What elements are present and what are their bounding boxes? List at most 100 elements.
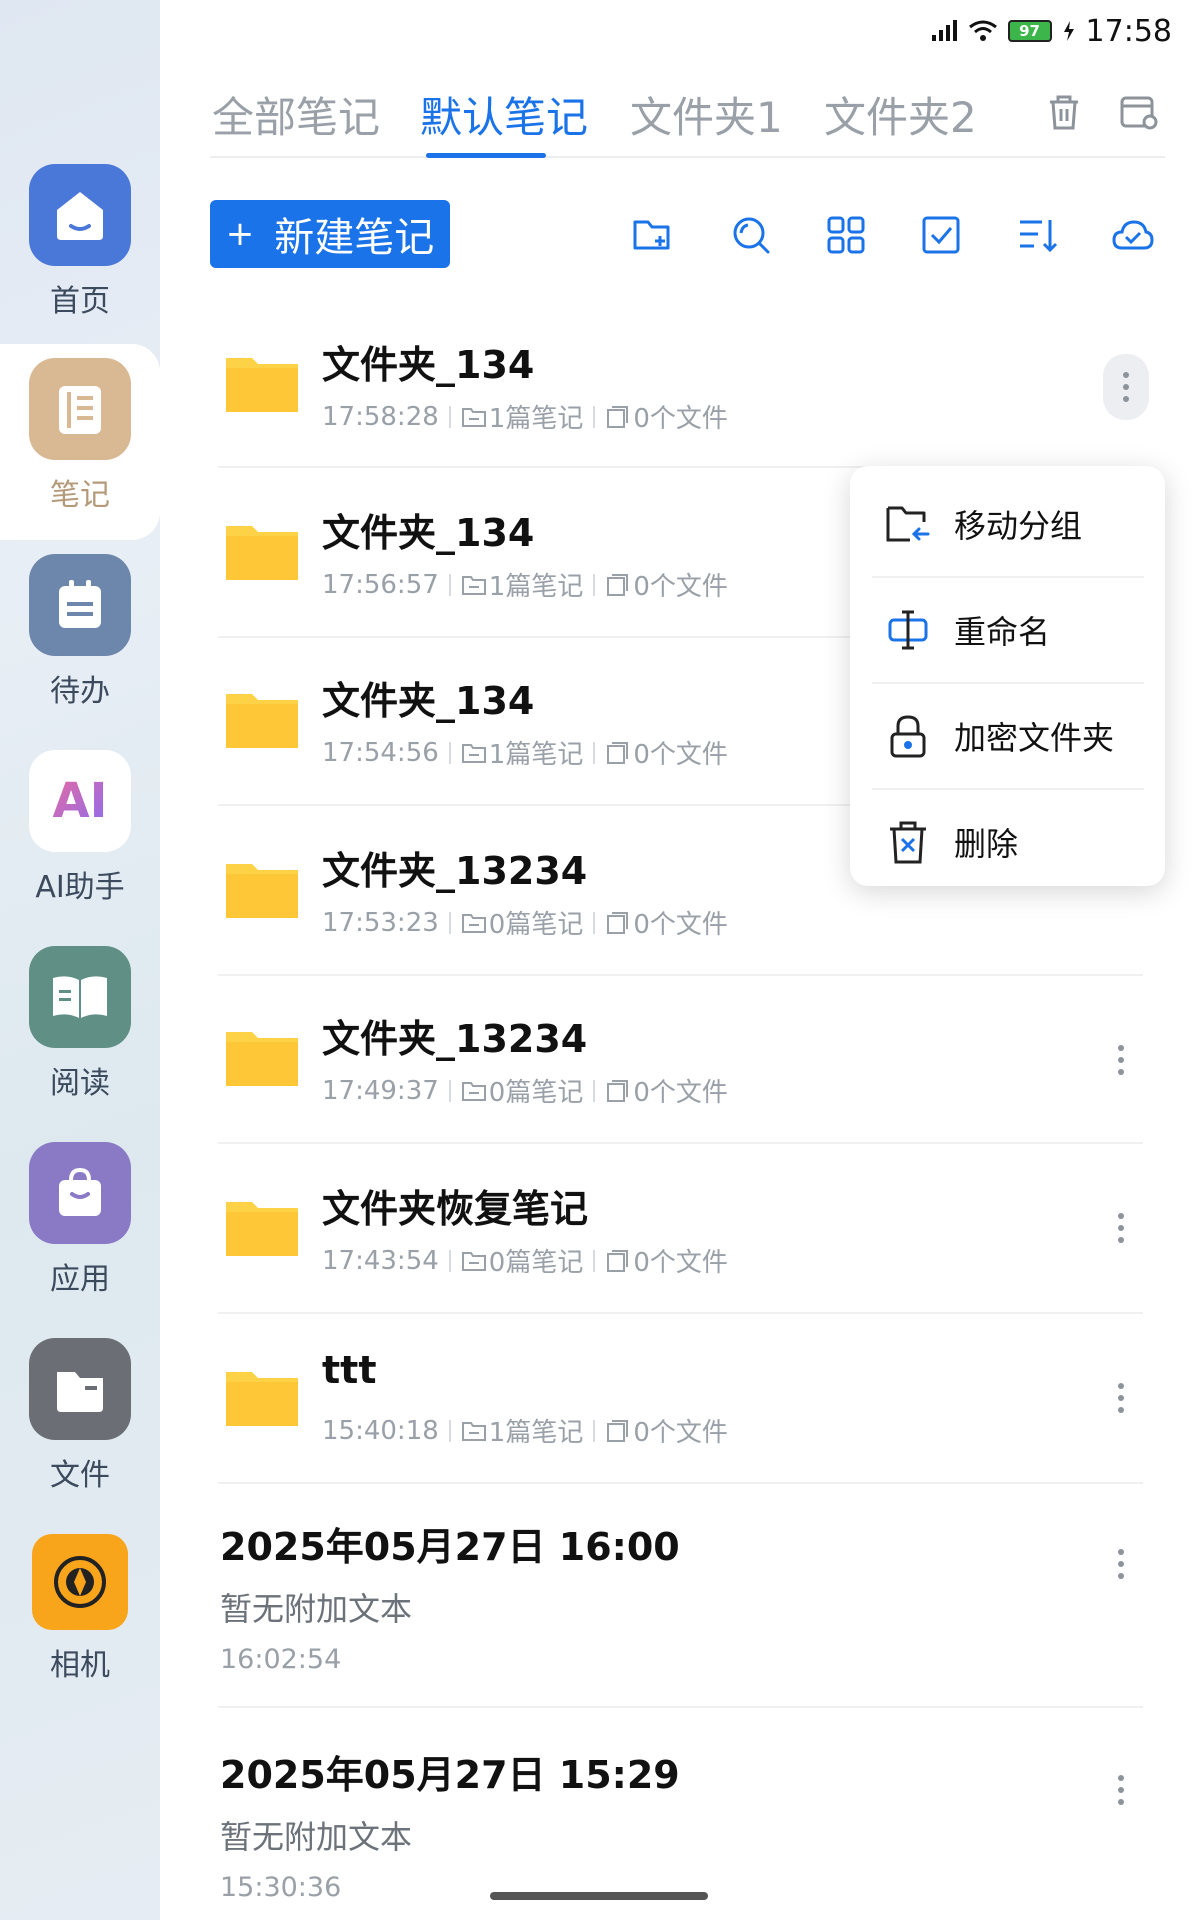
folder-icon: [29, 1338, 131, 1440]
folder-small-icon: [461, 743, 486, 763]
sidebar-item-label: 应用: [50, 1262, 110, 1297]
sidebar-item-home[interactable]: 首页: [0, 150, 160, 346]
tab-all-notes[interactable]: 全部笔记: [212, 84, 380, 145]
more-options-icon[interactable]: [1099, 1534, 1143, 1594]
tab-folder-1[interactable]: 文件夹1: [630, 84, 783, 145]
sidebar-item-label: 首页: [50, 284, 110, 319]
folder-title: 文件夹_134: [322, 679, 535, 723]
tab-bar: 全部笔记 默认笔记 文件夹1 文件夹2: [210, 78, 1165, 158]
more-options-icon[interactable]: [1099, 1760, 1143, 1820]
charging-icon: [1063, 21, 1074, 41]
folder-time: 17:43:54: [322, 1245, 439, 1276]
folder-small-icon: [461, 1421, 486, 1441]
move-group-icon: [886, 506, 930, 542]
divider: [593, 911, 596, 934]
home-icon: [29, 164, 131, 266]
file-small-icon: [607, 911, 629, 934]
more-options-icon[interactable]: [1103, 354, 1149, 420]
folder-title: 文件夹_134: [322, 511, 535, 555]
sidebar-item-label: 相机: [50, 1648, 110, 1683]
new-note-label: 新建笔记: [274, 215, 435, 261]
note-item[interactable]: 2025年05月27日 15:29 暂无附加文本 15:30:36: [218, 1708, 1143, 1920]
folder-icon: [226, 694, 298, 748]
note-subtitle: 暂无附加文本: [220, 1590, 413, 1628]
wifi-icon: [968, 20, 997, 41]
sort-icon[interactable]: [1014, 212, 1060, 258]
folder-note-count: 0篇笔记: [488, 1078, 584, 1108]
folder-icon: [226, 864, 298, 918]
menu-item-encrypt[interactable]: 加密文件夹: [872, 684, 1144, 788]
menu-item-delete[interactable]: 删除: [872, 790, 1144, 894]
bag-icon: [29, 1142, 131, 1244]
folder-manage-icon[interactable]: [1116, 90, 1160, 134]
sidebar: 首页 笔记 待办 AI AI助手 阅读 应用 文件 相机: [0, 0, 160, 1920]
sidebar-item-ai-assistant[interactable]: AI AI助手: [0, 736, 160, 932]
new-note-button[interactable]: + 新建笔记: [210, 200, 450, 268]
folder-small-icon: [461, 1081, 486, 1101]
folder-meta: 17:49:37 0篇笔记 0个文件: [322, 1072, 728, 1109]
home-indicator[interactable]: [490, 1892, 708, 1900]
search-icon[interactable]: [728, 212, 774, 258]
folder-icon: [226, 526, 298, 580]
sidebar-item-read[interactable]: 阅读: [0, 932, 160, 1128]
divider: [593, 1079, 596, 1102]
more-options-icon[interactable]: [1099, 1198, 1143, 1258]
tab-default-notes[interactable]: 默认笔记: [420, 84, 588, 145]
sidebar-item-camera[interactable]: 相机: [0, 1520, 160, 1716]
folder-time: 17:49:37: [322, 1075, 439, 1106]
file-small-icon: [607, 741, 629, 764]
folder-file-count: 0个文件: [633, 404, 728, 434]
book-icon: [29, 946, 131, 1048]
cloud-sync-icon[interactable]: [1110, 212, 1156, 258]
more-options-icon[interactable]: [1099, 1030, 1143, 1090]
trash-icon[interactable]: [1042, 90, 1086, 134]
todo-icon: [29, 554, 131, 656]
tab-folder-2[interactable]: 文件夹2: [824, 84, 977, 145]
file-small-icon: [607, 1249, 629, 1272]
list-item[interactable]: 文件夹恢复笔记 17:43:54 0篇笔记 0个文件: [218, 1144, 1143, 1314]
sidebar-item-notes[interactable]: 笔记: [0, 344, 160, 540]
sidebar-item-apps[interactable]: 应用: [0, 1128, 160, 1324]
folder-note-count: 0篇笔记: [488, 910, 584, 940]
status-time: 17:58: [1085, 13, 1172, 49]
menu-item-rename[interactable]: 重命名: [872, 578, 1144, 682]
new-folder-icon[interactable]: [630, 212, 676, 258]
menu-item-label: 删除: [954, 825, 1019, 863]
folder-note-count: 1篇笔记: [488, 572, 584, 602]
select-icon[interactable]: [918, 212, 964, 258]
list-item[interactable]: 文件夹_13234 17:49:37 0篇笔记 0个文件: [218, 976, 1143, 1144]
folder-title: ttt: [322, 1348, 377, 1392]
active-tab-indicator: [426, 153, 546, 158]
plus-icon: +: [225, 214, 255, 254]
folder-file-count: 0个文件: [633, 572, 728, 602]
divider: [593, 405, 596, 428]
grid-view-icon[interactable]: [823, 212, 869, 258]
list-item[interactable]: ttt 15:40:18 1篇笔记 0个文件: [218, 1314, 1143, 1484]
ai-assistant-icon: AI: [29, 750, 131, 852]
signal-icon: [931, 20, 957, 41]
divider: [448, 1249, 451, 1272]
list-item[interactable]: 文件夹_134 17:58:28 1篇笔记 0个文件: [218, 310, 1149, 468]
context-menu: 移动分组 重命名 加密文件夹 删除: [850, 466, 1165, 886]
menu-item-move-group[interactable]: 移动分组: [872, 472, 1144, 576]
sidebar-item-label: AI助手: [35, 870, 125, 905]
delete-icon: [890, 821, 926, 864]
folder-file-count: 0个文件: [633, 740, 728, 770]
sidebar-item-todo[interactable]: 待办: [0, 540, 160, 736]
menu-item-label: 重命名: [954, 613, 1051, 651]
menu-item-label: 移动分组: [954, 507, 1083, 545]
sidebar-item-files[interactable]: 文件: [0, 1324, 160, 1520]
file-small-icon: [607, 1079, 629, 1102]
folder-icon: [226, 358, 298, 412]
divider: [448, 573, 451, 596]
folder-title: 文件夹_134: [322, 343, 535, 387]
camera-icon: [32, 1534, 128, 1630]
note-title: 2025年05月27日 15:29: [220, 1753, 680, 1797]
folder-icon: [226, 1032, 298, 1086]
folder-note-count: 1篇笔记: [488, 404, 584, 434]
folder-meta: 15:40:18 1篇笔记 0个文件: [322, 1412, 728, 1449]
folder-time: 17:56:57: [322, 569, 439, 600]
more-options-icon[interactable]: [1099, 1368, 1143, 1428]
note-item[interactable]: 2025年05月27日 16:00 暂无附加文本 16:02:54: [218, 1484, 1143, 1708]
file-small-icon: [607, 573, 629, 596]
